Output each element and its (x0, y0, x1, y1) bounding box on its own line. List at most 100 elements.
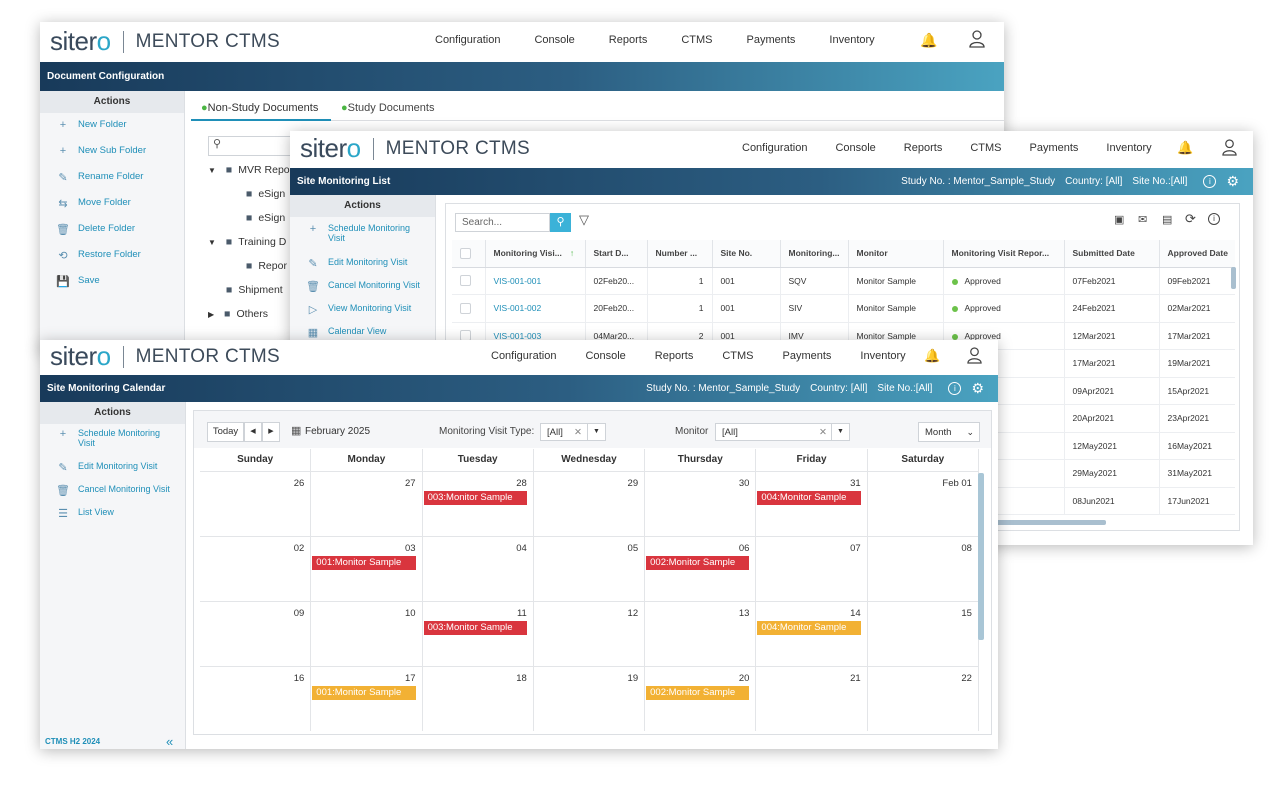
new-folder-action[interactable]: + New Folder (40, 119, 184, 145)
nav-reports[interactable]: Reports (609, 34, 648, 46)
horizontal-scrollbar[interactable] (996, 520, 1106, 525)
day-cell[interactable]: 13 (645, 602, 757, 666)
day-cell[interactable]: 02 (200, 537, 312, 601)
collapse-sidebar-icon[interactable]: « (166, 734, 173, 749)
info-icon[interactable]: i (948, 382, 962, 395)
row-checkbox[interactable] (452, 267, 486, 295)
day-cell[interactable]: 27 (311, 472, 423, 536)
table-row[interactable]: VIS-001-002 20Feb20... 1 001 SIV Monitor Samp… (452, 294, 1235, 323)
folder-search[interactable]: ⚲ (208, 136, 298, 156)
day-cell[interactable]: 19 (534, 667, 646, 731)
day-cell[interactable]: 17 001:Monitor Sample (311, 667, 423, 731)
calendar-icon[interactable]: ▦ (291, 424, 301, 437)
gear-icon[interactable]: ⚙ (1226, 173, 1239, 190)
visit-id-link[interactable]: VIS-001-002 (485, 294, 586, 323)
day-cell[interactable]: 08 (868, 537, 979, 601)
col-approved-date[interactable]: Approved Date (1159, 240, 1235, 268)
cancel-visit-action[interactable]: 🗑 Cancel Monitoring Visit (290, 280, 435, 303)
gear-icon[interactable]: ⚙ (971, 380, 984, 397)
visit-event[interactable]: 003:Monitor Sample (423, 621, 527, 635)
day-cell[interactable]: 12 (534, 602, 646, 666)
nav-console[interactable]: Console (534, 34, 574, 46)
visit-event[interactable]: 004:Monitor Sample (757, 621, 861, 635)
col-number[interactable]: Number ... (647, 240, 713, 268)
tree-node[interactable]: ■ Shipment (208, 284, 301, 308)
nav-payments[interactable]: Payments (747, 34, 796, 46)
today-button[interactable]: Today (207, 422, 244, 442)
export-pdf-icon[interactable]: ▣ (1114, 213, 1124, 226)
col-report-status[interactable]: Monitoring Visit Repor... (943, 240, 1065, 268)
nav-payments[interactable]: Payments (783, 350, 832, 362)
day-cell[interactable]: 04 (423, 537, 534, 601)
next-month-button[interactable]: ▶ (262, 422, 280, 442)
cancel-visit-action[interactable]: 🗑 Cancel Monitoring Visit (40, 484, 185, 507)
day-cell[interactable]: 14 004:Monitor Sample (756, 602, 868, 666)
bell-icon[interactable]: 🔔 (1177, 140, 1193, 156)
search-button[interactable]: ⚲ (550, 213, 571, 232)
tab-non-study-documents[interactable]: ●Non-Study Documents (191, 97, 331, 121)
day-cell[interactable]: 10 (311, 602, 423, 666)
bell-icon[interactable]: 🔔 (920, 32, 937, 49)
day-cell[interactable]: 15 (868, 602, 979, 666)
nav-payments[interactable]: Payments (1030, 142, 1079, 154)
col-monitor[interactable]: Monitor (848, 240, 944, 268)
day-cell[interactable]: 09 (200, 602, 312, 666)
clear-icon[interactable]: ✕ (574, 427, 582, 438)
user-icon[interactable] (969, 30, 985, 53)
visit-event[interactable]: 001:Monitor Sample (312, 686, 416, 700)
visit-event[interactable]: 001:Monitor Sample (312, 556, 416, 570)
chevron-down-icon[interactable]: ▼ (831, 424, 849, 440)
nav-inventory[interactable]: Inventory (829, 34, 874, 46)
restore-folder-action[interactable]: ⟲ Restore Folder (40, 249, 184, 275)
day-cell[interactable]: 03 001:Monitor Sample (311, 537, 423, 601)
edit-visit-action[interactable]: ✎ Edit Monitoring Visit (290, 257, 435, 280)
new-sub-folder-action[interactable]: + New Sub Folder (40, 145, 184, 171)
table-row[interactable]: VIS-001-001 02Feb20... 1 001 SQV Monitor Samp… (452, 267, 1235, 295)
view-select[interactable]: Month ⌄ (918, 422, 980, 442)
filter-icon[interactable]: ▽ (579, 212, 589, 228)
visit-event[interactable]: 002:Monitor Sample (646, 686, 750, 700)
prev-month-button[interactable]: ◀ (244, 422, 262, 442)
chevron-down-icon[interactable]: ▼ (587, 424, 605, 440)
day-cell[interactable]: 28 003:Monitor Sample (423, 472, 534, 536)
document-icon[interactable]: ▤ (1162, 213, 1172, 226)
view-visit-action[interactable]: ▷ View Monitoring Visit (290, 303, 435, 326)
day-cell[interactable]: 30 (645, 472, 757, 536)
user-icon[interactable] (967, 347, 982, 369)
day-cell[interactable]: 18 (423, 667, 534, 731)
row-checkbox[interactable] (452, 294, 486, 323)
tree-node[interactable]: ▶ ■ Others (208, 308, 301, 332)
day-cell[interactable]: 06 002:Monitor Sample (645, 537, 757, 601)
day-cell[interactable]: Feb 01 (868, 472, 979, 536)
nav-ctms[interactable]: CTMS (722, 350, 753, 362)
visit-event[interactable]: 004:Monitor Sample (757, 491, 861, 505)
nav-reports[interactable]: Reports (904, 142, 943, 154)
col-start-date[interactable]: Start D... (585, 240, 648, 268)
save-action[interactable]: 💾 Save (40, 275, 184, 301)
schedule-visit-action[interactable]: + Schedule Monitoring Visit (40, 428, 185, 461)
tree-node[interactable]: ■ eSign (208, 212, 301, 236)
col-visit-id[interactable]: Monitoring Visi... ↑ (485, 240, 586, 268)
day-cell[interactable]: 16 (200, 667, 312, 731)
edit-visit-action[interactable]: ✎ Edit Monitoring Visit (40, 461, 185, 484)
clear-icon[interactable]: ✕ (819, 427, 827, 438)
delete-folder-action[interactable]: 🗑 Delete Folder (40, 223, 184, 249)
col-site-no[interactable]: Site No. (712, 240, 781, 268)
col-visit-type[interactable]: Monitoring... (780, 240, 849, 268)
vertical-scrollbar[interactable] (1231, 267, 1236, 289)
tree-node[interactable]: ■ eSign (208, 188, 301, 212)
visit-id-link[interactable]: VIS-001-001 (485, 267, 586, 295)
rename-folder-action[interactable]: ✎ Rename Folder (40, 171, 184, 197)
visit-event[interactable]: 002:Monitor Sample (646, 556, 750, 570)
day-cell[interactable]: 26 (200, 472, 312, 536)
tree-node[interactable]: ▼ ■ MVR Reports (208, 164, 301, 188)
nav-inventory[interactable]: Inventory (1106, 142, 1151, 154)
nav-configuration[interactable]: Configuration (742, 142, 807, 154)
day-cell[interactable]: 11 003:Monitor Sample (423, 602, 534, 666)
info-icon[interactable]: i (1203, 175, 1217, 188)
nav-ctms[interactable]: CTMS (681, 34, 712, 46)
day-cell[interactable]: 21 (756, 667, 868, 731)
email-icon[interactable]: ✉ (1138, 213, 1147, 226)
nav-inventory[interactable]: Inventory (860, 350, 905, 362)
day-cell[interactable]: 07 (756, 537, 868, 601)
